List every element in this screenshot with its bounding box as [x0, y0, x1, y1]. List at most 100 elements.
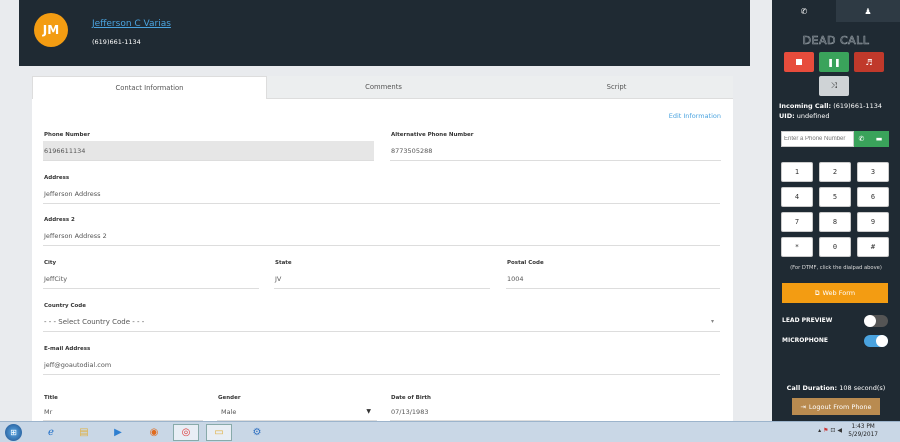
gender-label: Gender	[218, 395, 241, 401]
logout-label: Logout From Phone	[808, 402, 872, 411]
web-form-label: Web Form	[822, 289, 856, 297]
media-player-icon[interactable]: ▶	[108, 424, 128, 441]
call-duration-label: Call Duration:	[786, 384, 838, 392]
contact-header: JM Jefferson C Varias (619)661-1134	[19, 0, 750, 66]
tray-flag-icon[interactable]: ⚑	[823, 427, 828, 434]
folder-icon[interactable]: ▤	[74, 424, 94, 441]
windows-taskbar: ⊞ ℯ ▤ ▶ ◉ ◎ ▭ ⚙ ▴ ⚑ ⊡ ◀ 1:43 PM 5/29/201…	[0, 421, 900, 442]
start-button[interactable]: ⊞	[5, 424, 22, 441]
phone-number-label: Phone Number	[44, 132, 90, 138]
music-button[interactable]: ♬	[854, 52, 884, 72]
phone-tab[interactable]: ✆	[772, 0, 836, 22]
dialpad-key-7[interactable]: 7	[781, 212, 813, 232]
toggle-knob	[876, 335, 888, 347]
dialpad-key-5[interactable]: 5	[819, 187, 851, 207]
tab-bar: Contact Information Comments Script	[32, 76, 733, 99]
music-icon: ♬	[865, 57, 873, 67]
dob-label: Date of Birth	[391, 395, 431, 401]
hangup-button[interactable]	[784, 52, 814, 72]
logout-phone-button[interactable]: ⇥ Logout From Phone	[792, 398, 880, 415]
clock-date: 5/29/2017	[848, 432, 878, 438]
alt-phone-field[interactable]: 8773505288	[390, 141, 721, 161]
network-app-icon[interactable]: ⚙	[247, 424, 267, 441]
dob-field[interactable]: 07/13/1983	[390, 404, 550, 421]
email-field[interactable]: jeff@goautodial.com	[43, 355, 720, 375]
dialpad-key-1[interactable]: 1	[781, 162, 813, 182]
country-code-select[interactable]: - - - Select Country Code - - - ▾	[43, 312, 720, 332]
address-field[interactable]: Jefferson Address	[43, 184, 720, 204]
tab-contact-information[interactable]: Contact Information	[32, 76, 267, 99]
shuffle-icon: ⤨	[830, 81, 838, 90]
contact-name-link[interactable]: Jefferson C Varias	[92, 19, 171, 29]
address-label: Address	[44, 175, 70, 181]
dialpad-key-0[interactable]: 0	[819, 237, 851, 257]
dialpad-key-8[interactable]: 8	[819, 212, 851, 232]
chrome-icon[interactable]: ◎	[173, 424, 199, 441]
tab-script[interactable]: Script	[500, 76, 733, 99]
tab-comments[interactable]: Comments	[267, 76, 500, 99]
phone-number-input[interactable]	[781, 131, 854, 147]
explorer-window-icon[interactable]: ▭	[206, 424, 232, 441]
edit-information-link[interactable]: Edit Information	[669, 112, 721, 120]
dialpad-key-9[interactable]: 9	[857, 212, 889, 232]
stop-icon	[796, 59, 802, 65]
microphone-toggle[interactable]	[864, 335, 888, 347]
caret-down-icon: ▼	[366, 408, 371, 415]
dialpad-key-hash[interactable]: #	[857, 237, 889, 257]
dtmf-note: (For DTMF, click the dialpad above)	[790, 265, 882, 271]
pause-icon: ❚❚	[827, 57, 841, 67]
microphone-label: MICROPHONE	[782, 337, 828, 344]
city-label: City	[44, 260, 57, 266]
title-label: Title	[44, 395, 58, 401]
transfer-button[interactable]: ⤨	[819, 76, 849, 96]
uid-value: undefined	[796, 112, 830, 120]
email-label: E-mail Address	[44, 346, 91, 352]
country-code-value: - - - Select Country Code - - -	[44, 317, 145, 326]
ie-icon[interactable]: ℯ	[41, 424, 61, 441]
dialpad-key-3[interactable]: 3	[857, 162, 889, 182]
external-link-icon: ⧉	[814, 288, 820, 297]
contact-panel: Contact Information Comments Script Edit…	[32, 76, 733, 421]
app-window: JM Jefferson C Varias (619)661-1134 Cont…	[0, 0, 900, 442]
tray-volume-icon[interactable]: ◀	[837, 427, 842, 434]
user-icon: ♟	[864, 6, 872, 16]
dialpad-key-6[interactable]: 6	[857, 187, 889, 207]
logout-icon: ⇥	[800, 402, 806, 411]
gender-value: Male	[221, 408, 237, 416]
phone-number-field: 6196611134	[43, 141, 374, 161]
dialpad-key-star[interactable]: *	[781, 237, 813, 257]
tray-arrow-icon[interactable]: ▴	[818, 427, 821, 434]
web-form-button[interactable]: ⧉ Web Form	[782, 283, 888, 303]
tray-network-icon[interactable]: ⊡	[830, 427, 835, 434]
toggle-knob	[864, 315, 876, 327]
gender-select[interactable]: Male ▼	[217, 404, 377, 421]
country-flag-button[interactable]: ▬	[869, 131, 889, 147]
alt-phone-label: Alternative Phone Number	[391, 132, 474, 138]
system-tray: ▴ ⚑ ⊡ ◀	[818, 427, 842, 434]
city-field[interactable]: JeffCity	[43, 269, 259, 289]
state-field[interactable]: JV	[274, 269, 490, 289]
hold-button[interactable]: ❚❚	[819, 52, 849, 72]
dialer-sidebar: ✆ ♟ DEAD CALL ❚❚ ♬ ⤨ Incoming Call: (619…	[772, 0, 900, 421]
postal-code-field[interactable]: 1004	[506, 269, 720, 289]
dialpad-key-2[interactable]: 2	[819, 162, 851, 182]
incoming-call-info: Incoming Call: (619)661-1134 UID: undefi…	[779, 101, 882, 121]
call-duration-value: 108 second(s)	[839, 384, 886, 392]
clock[interactable]: 1:43 PM 5/29/2017	[848, 423, 878, 439]
call-status-title: DEAD CALL	[802, 34, 870, 48]
firefox-icon[interactable]: ◉	[144, 424, 164, 441]
dialpad-key-4[interactable]: 4	[781, 187, 813, 207]
lead-preview-label: LEAD PREVIEW	[782, 317, 833, 324]
avatar: JM	[34, 13, 68, 47]
clock-time: 1:43 PM	[851, 424, 875, 430]
windows-logo-icon: ⊞	[10, 428, 17, 437]
incoming-call-label: Incoming Call:	[779, 102, 832, 110]
user-tab[interactable]: ♟	[836, 0, 900, 22]
address2-field[interactable]: Jefferson Address 2	[43, 226, 720, 246]
postal-code-label: Postal Code	[507, 260, 544, 266]
title-field[interactable]: Mr	[43, 404, 203, 421]
chevron-down-icon: ▾	[710, 318, 714, 325]
lead-preview-toggle[interactable]	[864, 315, 888, 327]
uid-label: UID:	[779, 112, 795, 120]
dial-button[interactable]: ✆	[854, 131, 869, 147]
